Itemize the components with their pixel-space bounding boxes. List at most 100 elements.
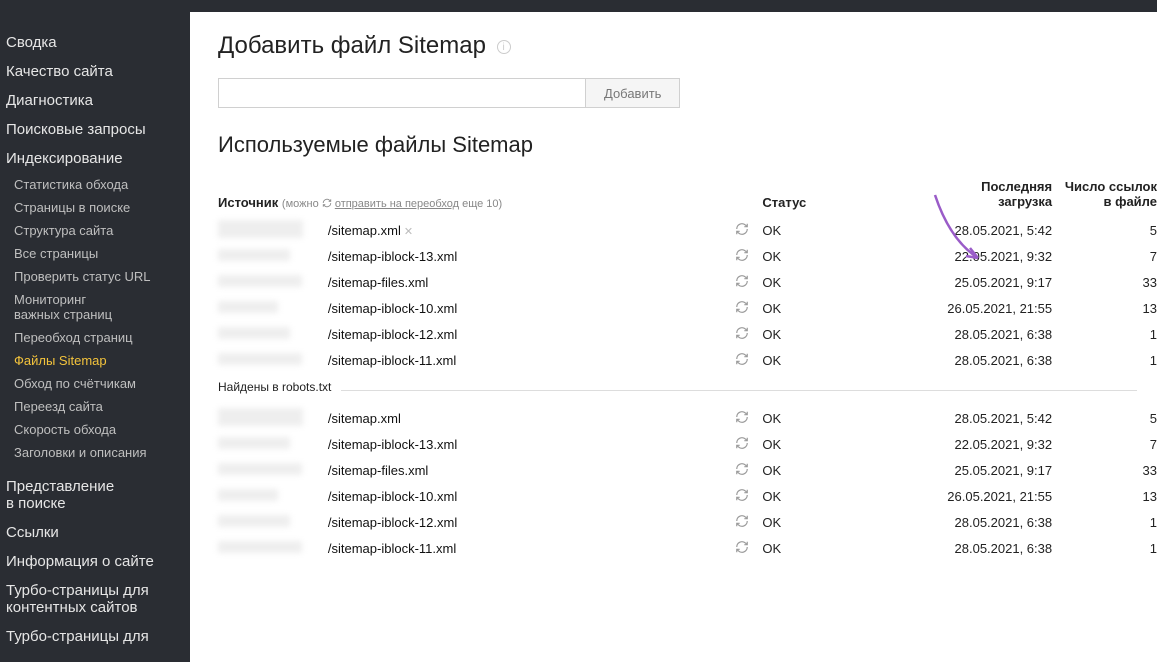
section-separator-robots: Найдены в robots.txt xyxy=(218,377,1157,403)
sidebar-item-turbo-content-l2: контентных сайтов xyxy=(6,599,138,616)
separator-line xyxy=(218,390,1137,391)
row-links: 13 xyxy=(1052,301,1157,316)
row-date: 28.05.2021, 5:42 xyxy=(882,411,1052,426)
row-date: 28.05.2021, 6:38 xyxy=(882,541,1052,556)
row-status: OK xyxy=(762,249,882,264)
used-sitemaps-title: Используемые файлы Sitemap xyxy=(218,132,1157,158)
topbar xyxy=(190,0,1157,12)
reload-icon[interactable] xyxy=(722,488,762,505)
sidebar-item-sitemap-files[interactable]: Файлы Sitemap xyxy=(6,349,190,372)
sidebar-item-monitoring[interactable]: Мониторинг важных страниц xyxy=(6,288,190,326)
sidebar-item-summary[interactable]: Сводка xyxy=(6,28,190,57)
add-button[interactable]: Добавить xyxy=(586,78,680,108)
row-date: 28.05.2021, 5:42 xyxy=(882,223,1052,238)
row-links: 33 xyxy=(1052,463,1157,478)
row-status: OK xyxy=(762,301,882,316)
row-domain xyxy=(218,353,328,368)
table-row: /sitemap-iblock-11.xml OK28.05.2021, 6:38… xyxy=(218,536,1157,562)
row-path[interactable]: /sitemap-iblock-13.xml xyxy=(328,437,723,452)
row-path[interactable]: /sitemap-iblock-10.xml xyxy=(328,489,723,504)
sitemap-url-input[interactable] xyxy=(218,78,586,108)
row-status: OK xyxy=(762,541,882,556)
reload-icon[interactable] xyxy=(722,222,762,239)
row-date: 26.05.2021, 21:55 xyxy=(882,489,1052,504)
reload-icon[interactable] xyxy=(722,436,762,453)
remove-icon[interactable]: ✕ xyxy=(404,226,413,238)
sidebar-item-crawl-speed[interactable]: Скорость обхода xyxy=(6,418,190,441)
sidebar-item-titles-desc[interactable]: Заголовки и описания xyxy=(6,441,190,464)
page-title-text: Добавить файл Sitemap xyxy=(218,32,486,59)
table-row: /sitemap-iblock-13.xmlOK22.05.2021, 9:32… xyxy=(218,244,1157,270)
row-path[interactable]: /sitemap-files.xml xyxy=(328,463,723,478)
row-status: OK xyxy=(762,353,882,368)
sidebar-item-site-move[interactable]: Переезд сайта xyxy=(6,395,190,418)
header-status: Статус xyxy=(762,195,882,210)
row-domain xyxy=(218,275,328,290)
header-source-label: Источник xyxy=(218,195,278,210)
row-path[interactable]: /sitemap-iblock-11.xml xyxy=(328,353,723,368)
row-path[interactable]: /sitemap.xml✕ xyxy=(328,223,723,238)
row-domain xyxy=(218,463,328,478)
sidebar-item-queries[interactable]: Поисковые запросы xyxy=(6,115,190,144)
row-path[interactable]: /sitemap-files.xml xyxy=(328,275,723,290)
row-date: 25.05.2021, 9:17 xyxy=(882,275,1052,290)
reload-icon[interactable] xyxy=(722,300,762,317)
table-row: /sitemap-iblock-13.xmlOK22.05.2021, 9:32… xyxy=(218,432,1157,458)
row-path[interactable]: /sitemap-iblock-11.xml xyxy=(328,541,723,556)
sidebar-item-site-info[interactable]: Информация о сайте xyxy=(6,547,190,576)
info-icon[interactable]: i xyxy=(497,40,511,54)
sidebar-item-turbo-other[interactable]: Турбо-страницы для xyxy=(6,622,190,651)
row-links: 1 xyxy=(1052,353,1157,368)
hint-link[interactable]: отправить на переобход xyxy=(335,198,459,210)
header-last-load: Последняя загрузка xyxy=(882,180,1052,210)
sidebar-item-counter-crawl[interactable]: Обход по счётчикам xyxy=(6,372,190,395)
reload-icon[interactable] xyxy=(722,462,762,479)
row-date: 28.05.2021, 6:38 xyxy=(882,327,1052,342)
header-links-count-l2: в файле xyxy=(1103,194,1157,209)
sidebar-item-pages-in-search[interactable]: Страницы в поиске xyxy=(6,196,190,219)
sidebar-item-links[interactable]: Ссылки xyxy=(6,518,190,547)
sidebar-item-crawl-stats[interactable]: Статистика обхода xyxy=(6,173,190,196)
reload-icon[interactable] xyxy=(722,514,762,531)
header-links-count: Число ссылок в файле xyxy=(1052,180,1157,210)
rows-robots: /sitemap.xmlOK28.05.2021, 5:425/sitemap-… xyxy=(218,406,1157,562)
row-domain xyxy=(218,541,328,556)
table-row: /sitemap-iblock-10.xmlOK26.05.2021, 21:5… xyxy=(218,484,1157,510)
sidebar-item-check-url[interactable]: Проверить статус URL xyxy=(6,265,190,288)
row-links: 13 xyxy=(1052,489,1157,504)
sidebar-item-indexing[interactable]: Индексирование xyxy=(6,144,190,173)
row-links: 33 xyxy=(1052,275,1157,290)
sidebar-item-recrawl-pages[interactable]: Переобход страниц xyxy=(6,326,190,349)
row-path[interactable]: /sitemap-iblock-12.xml xyxy=(328,515,723,530)
row-links: 7 xyxy=(1052,249,1157,264)
row-domain xyxy=(218,408,328,429)
reload-icon[interactable] xyxy=(722,274,762,291)
rows-primary: /sitemap.xml✕OK28.05.2021, 5:425/sitemap… xyxy=(218,218,1157,374)
reload-icon[interactable] xyxy=(722,352,762,369)
row-path[interactable]: /sitemap.xml xyxy=(328,411,723,426)
row-path[interactable]: /sitemap-iblock-10.xml xyxy=(328,301,723,316)
sidebar-item-site-structure[interactable]: Структура сайта xyxy=(6,219,190,242)
sidebar-item-all-pages[interactable]: Все страницы xyxy=(6,242,190,265)
reload-icon[interactable] xyxy=(722,326,762,343)
row-status: OK xyxy=(762,275,882,290)
row-date: 28.05.2021, 6:38 xyxy=(882,353,1052,368)
row-domain xyxy=(218,301,328,316)
table-row: /sitemap-iblock-11.xml OK28.05.2021, 6:38… xyxy=(218,348,1157,374)
reload-icon[interactable] xyxy=(722,248,762,265)
row-domain xyxy=(218,515,328,530)
sidebar-item-diagnostics[interactable]: Диагностика xyxy=(6,86,190,115)
sidebar-item-turbo-other-l1: Турбо-страницы для xyxy=(6,628,149,645)
header-links-count-l1: Число ссылок xyxy=(1065,179,1157,194)
sidebar-item-monitoring-l2: важных страниц xyxy=(14,307,112,322)
row-date: 26.05.2021, 21:55 xyxy=(882,301,1052,316)
reload-icon[interactable] xyxy=(722,540,762,557)
row-path[interactable]: /sitemap-iblock-13.xml xyxy=(328,249,723,264)
reload-icon[interactable] xyxy=(722,410,762,427)
sidebar-item-turbo-content[interactable]: Турбо-страницы для контентных сайтов xyxy=(6,576,190,622)
sidebar-item-quality[interactable]: Качество сайта xyxy=(6,57,190,86)
row-path[interactable]: /sitemap-iblock-12.xml xyxy=(328,327,723,342)
sidebar-item-presentation[interactable]: Представление в поиске xyxy=(6,472,190,518)
table-row: /sitemap.xmlOK28.05.2021, 5:425 xyxy=(218,406,1157,432)
row-status: OK xyxy=(762,463,882,478)
